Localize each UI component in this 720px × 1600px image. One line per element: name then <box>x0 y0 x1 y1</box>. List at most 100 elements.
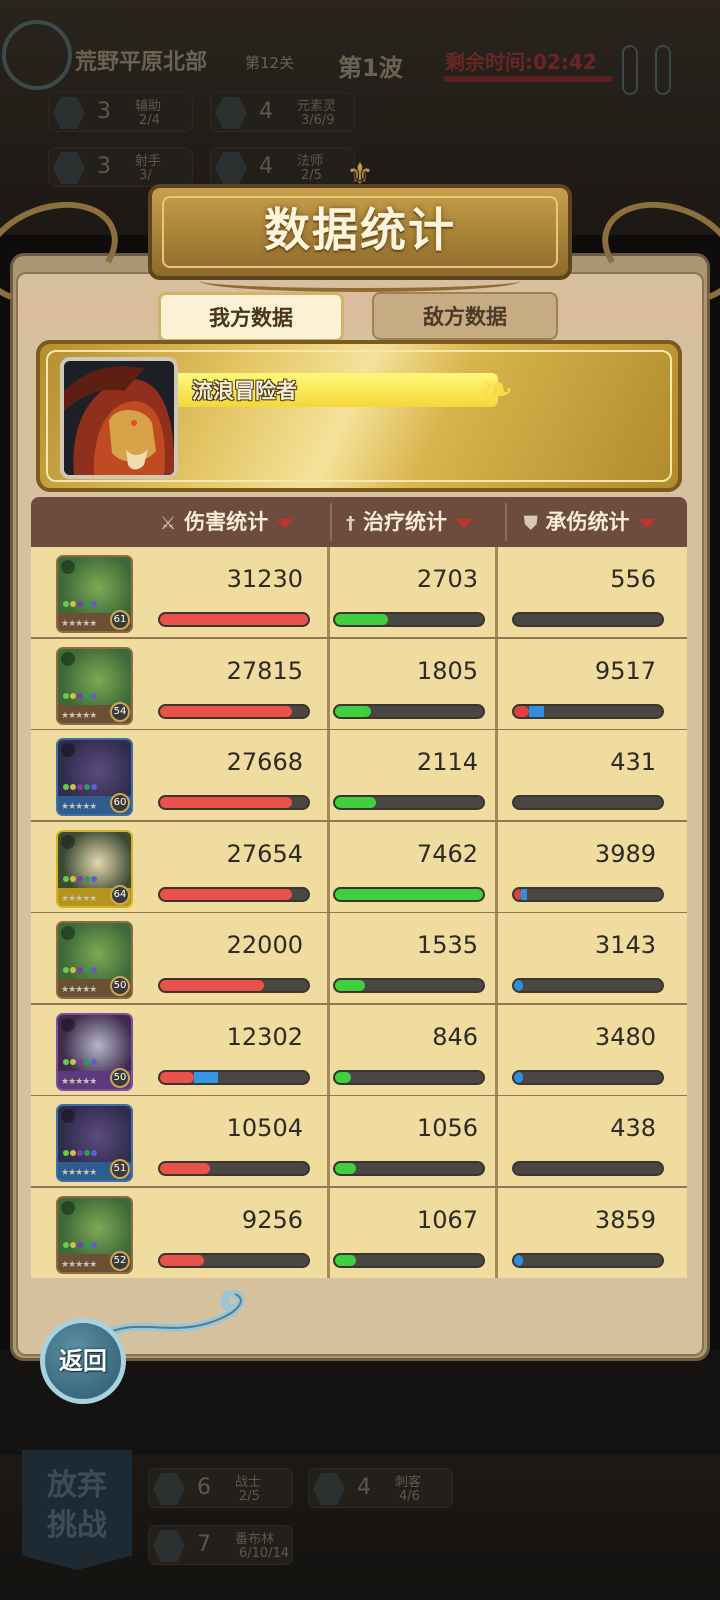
synergy-icon <box>153 1530 185 1562</box>
stats-row[interactable]: ★★★★★ 50 22000 1535 3143 <box>31 913 687 1006</box>
healing-value: 1056 <box>416 1114 478 1142</box>
damage-bar <box>158 795 310 810</box>
column-damage[interactable]: ⚔ 伤害统计 <box>160 497 295 547</box>
synergy-name: 战士 <box>235 1475 262 1490</box>
column-divider <box>495 1004 498 1098</box>
stats-row[interactable]: ★★★★★ 61 31230 2703 556 <box>31 547 687 640</box>
unit-trait-dots <box>63 1141 98 1160</box>
unit-card[interactable]: ★★★★★ 51 <box>56 1104 133 1182</box>
tab-our-data[interactable]: 我方数据 <box>158 292 344 342</box>
damage-value: 12302 <box>226 1022 303 1051</box>
column-divider <box>327 638 330 732</box>
stats-table[interactable]: ★★★★★ 61 31230 2703 556 ★★★★★ 54 27815 1805 9517 ★… <box>31 547 687 1278</box>
stats-row[interactable]: ★★★★★ 54 27815 1805 9517 <box>31 638 687 732</box>
synergy-count: 3 <box>97 154 111 179</box>
damage-bar <box>158 612 310 627</box>
stats-row[interactable]: ★★★★★ 50 12302 846 3480 <box>31 1004 687 1098</box>
stats-row[interactable]: ★★★★★ 51 10504 1056 438 <box>31 1096 687 1189</box>
unit-class-icon <box>61 926 75 940</box>
damage-bar-fill <box>160 1163 210 1174</box>
synergy-badge: 4 元素灵 3/6/9 <box>210 92 355 132</box>
healing-bar <box>333 1161 485 1176</box>
synergy-name: 刺客 <box>395 1475 422 1490</box>
column-healing[interactable]: † 治疗统计 <box>346 497 473 547</box>
tab-enemy-data[interactable]: 敌方数据 <box>372 292 558 340</box>
tanked-bar-fill <box>529 705 544 717</box>
damage-bar-fill <box>160 1254 204 1266</box>
synergy-count: 6 <box>197 1475 211 1500</box>
unit-card[interactable]: ★★★★★ 60 <box>56 738 133 816</box>
healing-bar <box>333 612 485 627</box>
healing-bar <box>333 978 485 993</box>
unit-class-icon <box>61 834 75 849</box>
unit-card[interactable]: ★★★★★ 50 <box>56 1012 133 1091</box>
synergy-badge: 3 射手 3/ <box>48 147 193 187</box>
column-divider <box>495 547 498 640</box>
damage-value: 22000 <box>226 931 303 959</box>
back-button[interactable]: 返回 <box>40 1318 126 1404</box>
column-divider <box>330 503 332 541</box>
column-tanked[interactable]: ⛊ 承伤统计 <box>524 497 656 547</box>
column-healing-label: 治疗统计 <box>363 510 447 534</box>
stats-row[interactable]: ★★★★★ 60 27668 2114 431 <box>31 730 687 823</box>
tanked-bar <box>512 612 664 627</box>
damage-bar <box>158 1252 310 1268</box>
synergy-count: 7 <box>197 1532 211 1557</box>
synergy-progress: 2/4 <box>139 113 160 128</box>
column-divider <box>327 1096 330 1189</box>
tanked-bar <box>512 886 664 902</box>
synergy-icon <box>215 152 247 184</box>
healing-value: 1067 <box>416 1205 478 1234</box>
stats-row[interactable]: ★★★★★ 52 9256 1067 3859 <box>31 1187 687 1278</box>
healing-value: 2703 <box>416 565 478 593</box>
unit-card[interactable]: ★★★★★ 52 <box>56 1195 133 1274</box>
unit-card[interactable]: ★★★★★ 61 <box>56 555 133 633</box>
column-divider <box>327 1004 330 1098</box>
hero-name: 流浪冒险者 <box>192 379 297 403</box>
column-divider <box>327 547 330 640</box>
ribbon-tail-icon: ❧ <box>480 367 514 413</box>
dagger-icon: † <box>346 513 355 534</box>
give-up-label: 挑战 <box>47 1508 107 1543</box>
unit-level: 52 <box>110 1250 130 1271</box>
unit-trait-dots <box>63 775 98 794</box>
synergy-name: 辅助 <box>135 99 162 114</box>
unit-card[interactable]: ★★★★★ 64 <box>56 829 133 908</box>
unit-trait-dots <box>63 867 98 886</box>
tanked-value: 3859 <box>594 1205 656 1234</box>
synergy-badge: 3 辅助 2/4 <box>48 92 193 132</box>
synergy-name: 射手 <box>135 154 162 169</box>
unit-card[interactable]: ★★★★★ 54 <box>56 646 133 725</box>
column-divider <box>495 730 498 823</box>
unit-level: 54 <box>110 701 130 722</box>
synergy-progress: 3/6/9 <box>301 113 335 128</box>
stats-row[interactable]: ★★★★★ 64 27654 7462 3989 <box>31 821 687 915</box>
give-up-label: 放弃 <box>47 1468 107 1503</box>
tanked-bar-fill <box>521 888 527 900</box>
sort-arrow-icon <box>455 518 473 528</box>
column-divider <box>327 913 330 1006</box>
unit-level: 50 <box>110 1067 130 1088</box>
synergy-progress: 2/5 <box>239 1489 260 1504</box>
healing-bar-fill <box>335 888 483 900</box>
wave-ornament-icon <box>110 1290 245 1336</box>
sword-icon: ⚔ <box>160 513 177 534</box>
unit-trait-dots <box>63 1050 98 1069</box>
synergy-name: 元素灵 <box>297 99 337 114</box>
synergy-progress: 2/5 <box>301 168 322 183</box>
player-avatar-ring <box>2 20 72 90</box>
healing-bar <box>333 1069 485 1085</box>
tanked-value: 3480 <box>594 1022 656 1051</box>
tanked-value: 3989 <box>594 839 656 868</box>
unit-card[interactable]: ★★★★★ 50 <box>56 921 133 999</box>
tanked-bar <box>512 978 664 993</box>
column-divider <box>495 913 498 1006</box>
damage-bar-fill <box>160 705 292 717</box>
column-divider <box>505 503 507 541</box>
unit-class-icon <box>61 743 75 757</box>
healing-bar-fill <box>335 614 388 625</box>
unit-star-icons: ★★★★★ <box>61 893 97 904</box>
time-bar <box>443 76 613 82</box>
healing-bar-fill <box>335 1071 351 1083</box>
synergy-icon <box>153 1473 185 1505</box>
